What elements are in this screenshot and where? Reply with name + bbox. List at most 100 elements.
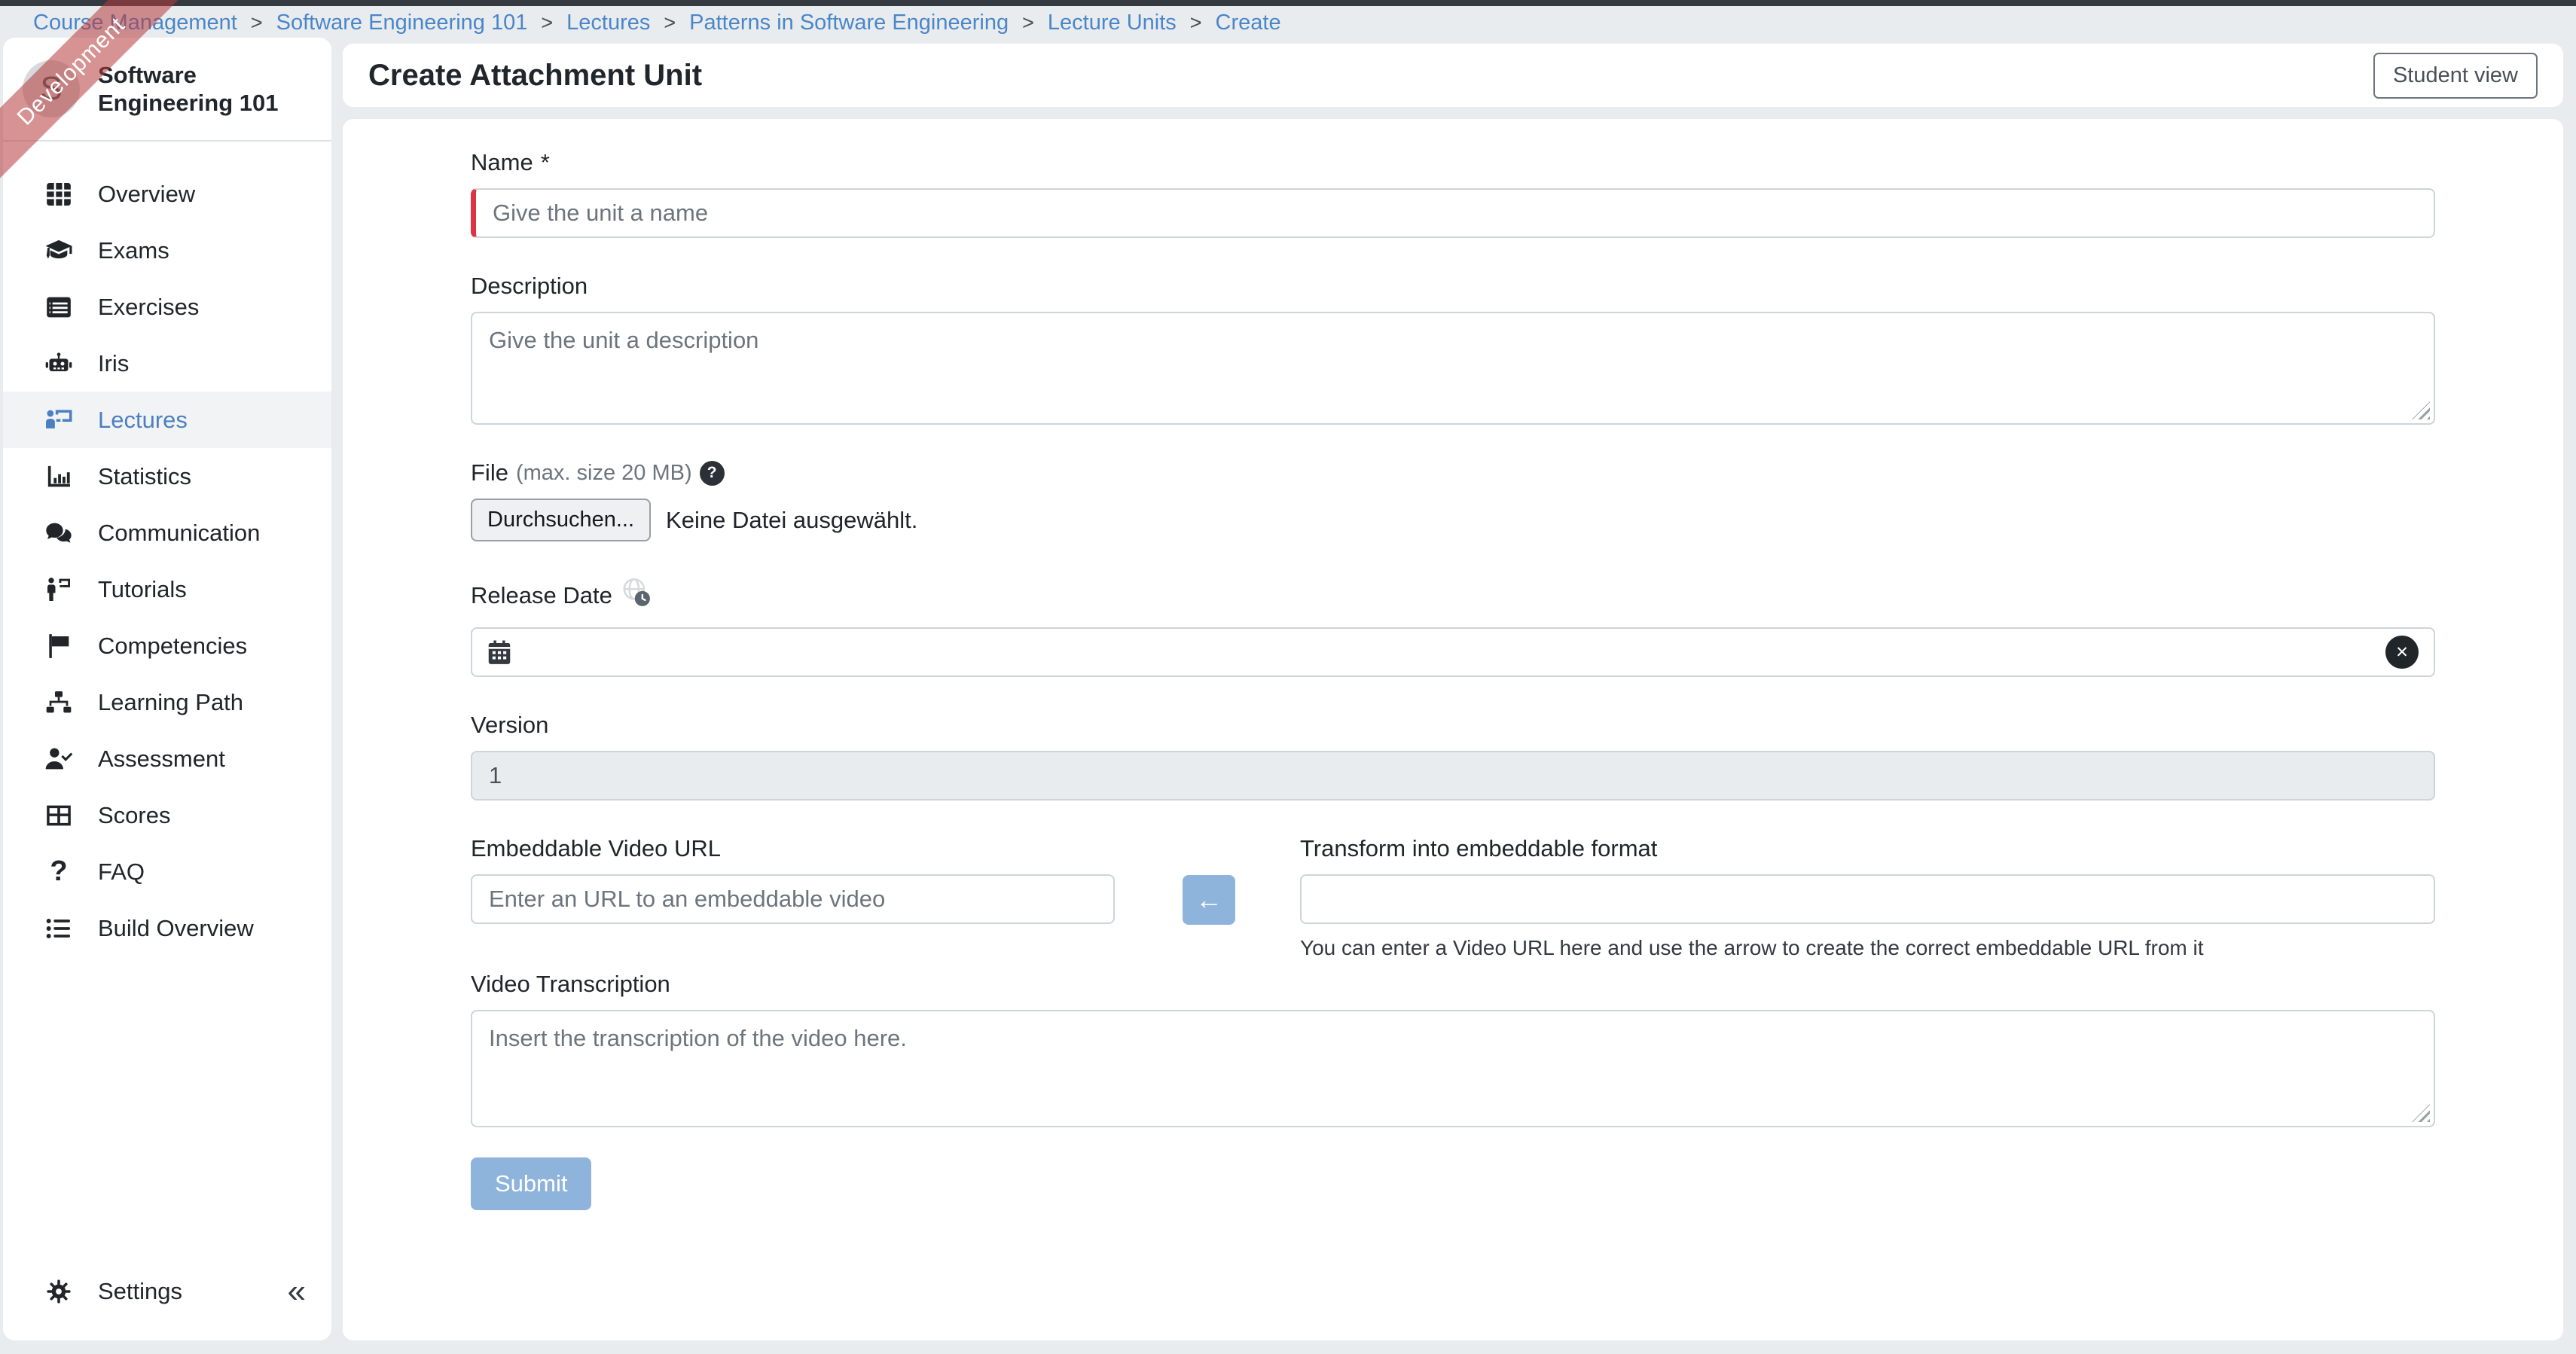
transcription-textarea[interactable] [471,1010,2435,1127]
version-input [471,751,2435,801]
name-label: Name * [471,149,2435,176]
sidebar-item-label: Competencies [98,633,247,660]
release-date-label: Release Date [471,576,2435,615]
name-label-text: Name [471,149,533,176]
sidebar-item-tutorials[interactable]: Tutorials [3,561,331,618]
sidebar-item-overview[interactable]: Overview [3,166,331,222]
sidebar-item-faq[interactable]: ? FAQ [3,843,331,900]
course-avatar: S [23,60,80,117]
sidebar-item-label: Tutorials [98,576,187,603]
course-initial: S [40,70,62,108]
sidebar-item-label: FAQ [98,858,145,886]
sidebar-item-label: Build Overview [98,915,254,942]
sidebar-item-competencies[interactable]: Competencies [3,618,331,674]
breadcrumb-separator: > [541,11,553,35]
sidebar-item-label: Lectures [98,407,188,434]
sidebar-item-assessment[interactable]: Assessment [3,730,331,787]
name-input[interactable] [471,188,2435,238]
sidebar-item-label: Exercises [98,294,199,321]
breadcrumb-course-management[interactable]: Course Management [33,11,237,35]
timezone-globe-clock-icon [620,576,653,615]
breadcrumb: Course Management > Software Engineering… [0,6,2576,39]
sidebar-item-label: Statistics [98,463,191,490]
sidebar-item-build-overview[interactable]: Build Overview [3,900,331,956]
release-date-input[interactable] [471,627,2435,677]
settings-label: Settings [98,1278,182,1305]
sidebar-item-label: Overview [98,181,195,208]
breadcrumb-lecture-units[interactable]: Lecture Units [1048,11,1177,35]
calendar-icon[interactable] [484,637,514,667]
version-label: Version [471,712,2435,739]
help-circle-icon[interactable]: ? [700,461,725,486]
breadcrumb-separator: > [1022,11,1034,35]
video-url-row: Embeddable Video URL ← Transform into em… [471,835,2435,960]
create-attachment-unit-form: Name * Description File (max. size 20 MB… [343,119,2563,1340]
browse-file-button[interactable]: Durchsuchen... [471,499,651,541]
sidebar-item-label: Iris [98,350,129,377]
video-url-group: Embeddable Video URL [471,835,1115,924]
sidebar-nav: Overview Exams Exercises Iris Lectures [3,142,331,956]
release-date-label-text: Release Date [471,582,612,609]
breadcrumb-create[interactable]: Create [1216,11,1281,35]
sidebar-item-exams[interactable]: Exams [3,222,331,279]
description-group: Description [471,273,2435,425]
sitemap-icon [41,688,77,718]
question-icon: ? [41,855,77,888]
version-group: Version [471,712,2435,801]
person-chalkboard-icon [41,405,77,435]
sidebar-item-scores[interactable]: Scores [3,787,331,843]
top-navbar-edge [0,0,2576,6]
student-view-button[interactable]: Student view [2373,53,2538,99]
content-header: Create Attachment Unit Student view [343,44,2563,107]
no-file-selected-text: Keine Datei ausgewählt. [666,507,917,534]
breadcrumb-lectures[interactable]: Lectures [566,11,650,35]
version-label-text: Version [471,712,548,739]
course-sidebar: S Software Engineering 101 Overview Exam… [3,38,331,1340]
transform-label-text: Transform into embeddable format [1300,835,1657,862]
sidebar-item-iris[interactable]: Iris [3,335,331,392]
description-textarea[interactable] [471,312,2435,425]
name-group: Name * [471,149,2435,238]
sidebar-item-exercises[interactable]: Exercises [3,279,331,335]
sidebar-item-label: Scores [98,802,170,829]
file-size-hint: (max. size 20 MB) [516,461,692,486]
transform-arrow-button[interactable]: ← [1183,875,1235,925]
clear-date-button[interactable]: ✕ [2385,636,2419,669]
chart-column-icon [41,462,77,492]
sidebar-item-label: Assessment [98,746,225,773]
table-cells-icon [41,179,77,209]
collapse-sidebar-icon[interactable]: « [288,1275,306,1308]
release-date-group: Release Date [471,576,2435,677]
breadcrumb-separator: > [1190,11,1202,35]
required-marker: * [541,149,550,176]
robot-icon [41,349,77,379]
file-input: Durchsuchen... Keine Datei ausgewählt. [471,499,2435,541]
sidebar-item-learning-path[interactable]: Learning Path [3,674,331,730]
submit-button[interactable]: Submit [471,1157,591,1210]
breadcrumb-lecture[interactable]: Patterns in Software Engineering [689,11,1009,35]
sidebar-item-label: Communication [98,520,260,547]
comments-icon [41,518,77,548]
sidebar-item-lectures[interactable]: Lectures [3,392,331,448]
arrow-left-icon: ← [1195,884,1222,916]
x-icon: ✕ [2395,643,2409,662]
file-group: File (max. size 20 MB) ? Durchsuchen... … [471,459,2435,541]
list-ul-icon [41,913,77,944]
user-check-icon [41,744,77,774]
transform-group: Transform into embeddable format You can… [1300,835,2435,960]
gear-icon [41,1278,77,1305]
sidebar-item-settings[interactable]: Settings « [3,1263,331,1319]
graduation-cap-icon [41,236,77,266]
sidebar-item-statistics[interactable]: Statistics [3,448,331,505]
file-label-text: File [471,459,508,486]
course-title: Software Engineering 101 [98,61,316,117]
description-label: Description [471,273,2435,300]
list-box-icon [41,292,77,322]
transcription-group: Video Transcription [471,971,2435,1127]
sidebar-item-label: Exams [98,237,169,264]
sidebar-item-communication[interactable]: Communication [3,505,331,561]
breadcrumb-course[interactable]: Software Engineering 101 [276,11,528,35]
video-url-label-text: Embeddable Video URL [471,835,721,862]
transform-input[interactable] [1300,874,2435,924]
video-url-input[interactable] [471,874,1115,924]
